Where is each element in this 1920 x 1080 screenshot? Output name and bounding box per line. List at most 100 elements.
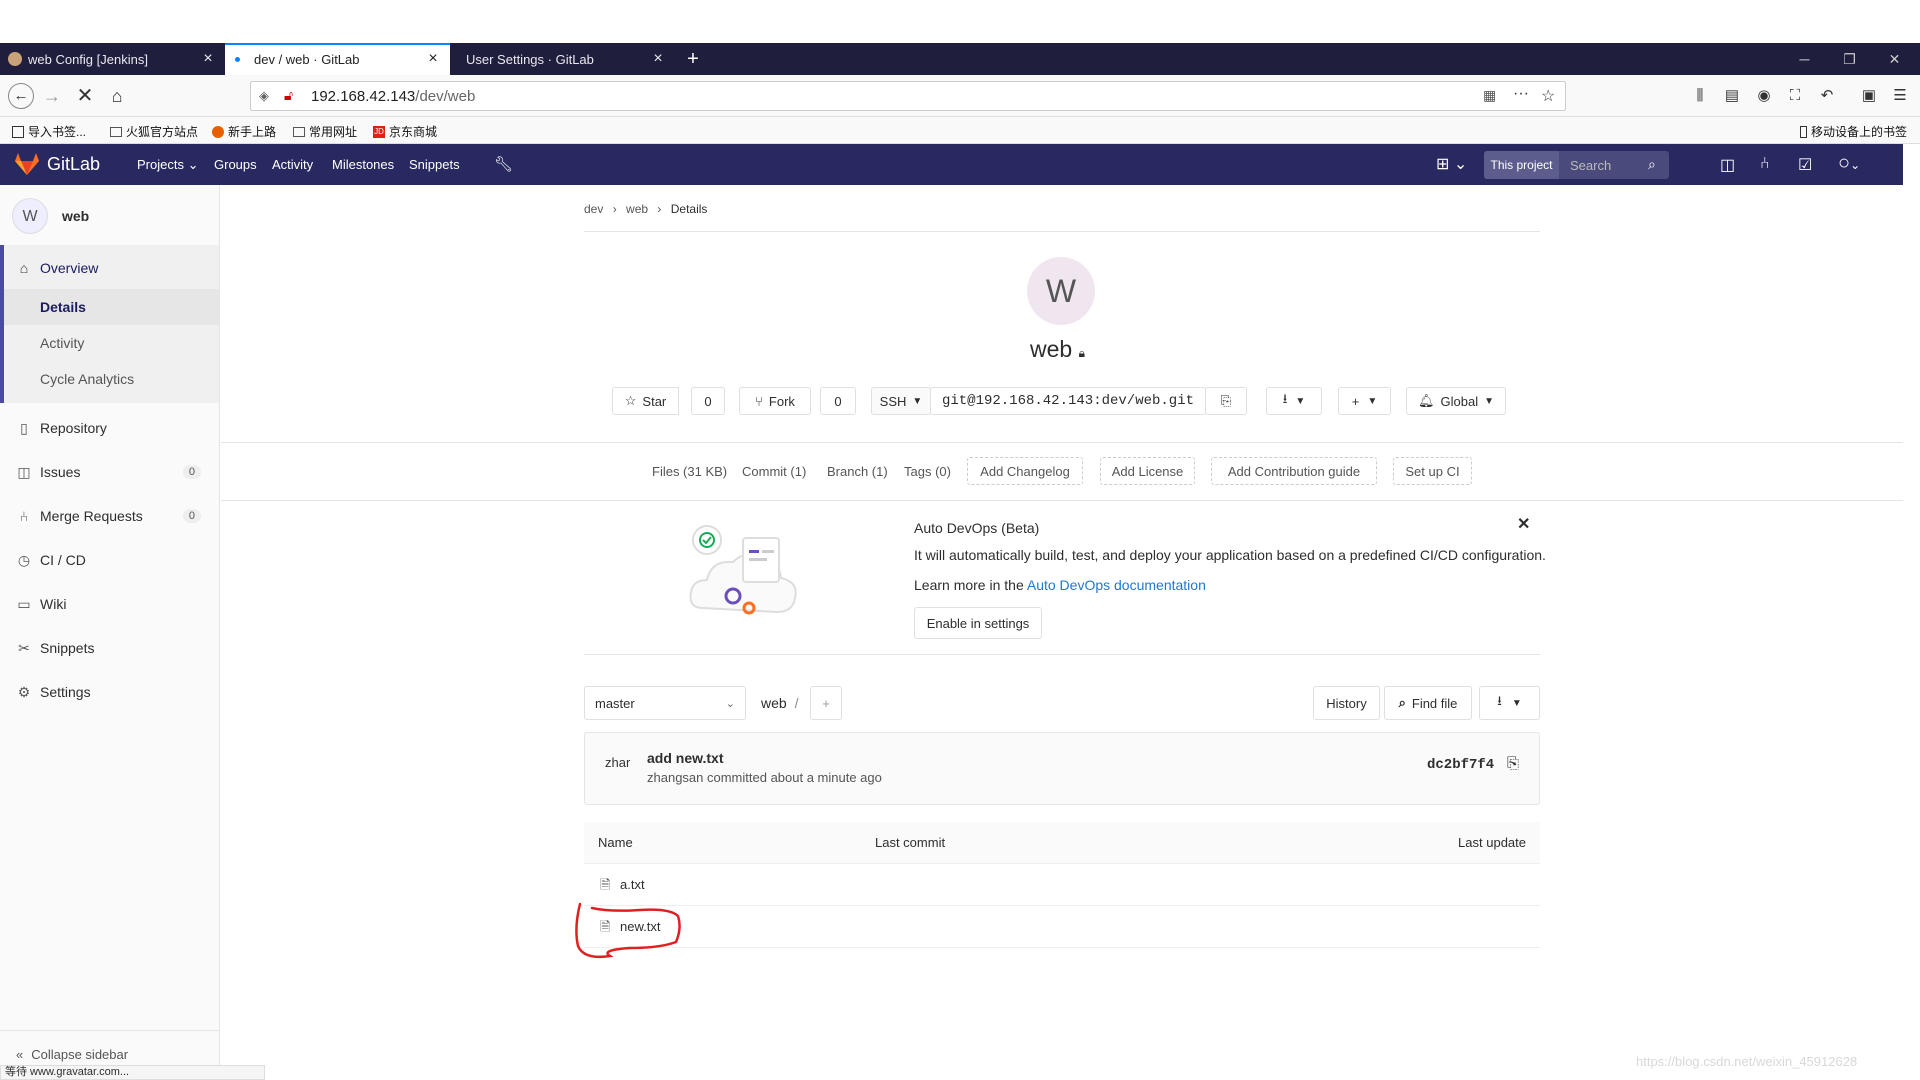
close-tab-icon[interactable]: × [649, 50, 667, 68]
sidebar-sub-cycle-analytics[interactable]: Cycle Analytics [4, 361, 219, 397]
bookmark-star-icon[interactable]: ☆ [1541, 86, 1555, 106]
sidebar-project-header[interactable]: W web [12, 198, 89, 234]
library-icon[interactable]: ⫼ [1688, 84, 1712, 108]
account-icon[interactable]: ◉ [1752, 84, 1776, 108]
search-scope[interactable]: This project [1484, 151, 1559, 179]
undo-icon[interactable]: ↶ [1815, 84, 1839, 108]
wiki-book-icon: ▭ [17, 595, 31, 612]
bookmark-common-sites[interactable]: 常用网址 [293, 123, 357, 140]
table-row[interactable]: 🗎︎ a.txt [584, 864, 1540, 906]
new-tab-icon[interactable]: + [675, 43, 711, 75]
search-box[interactable]: This project Search ⌕ [1484, 151, 1669, 179]
close-tab-icon[interactable]: × [424, 50, 442, 68]
sidebar-sub-activity[interactable]: Activity [4, 325, 219, 361]
commit-author-avatar[interactable]: zhar [605, 755, 630, 770]
sidebar-sub-details[interactable]: Details [4, 289, 219, 325]
sidebar-item-merge-requests[interactable]: ⑃ Merge Requests 0 [0, 498, 219, 534]
commit-stat-link[interactable]: Commit (1) [742, 464, 806, 479]
star-count[interactable]: 0 [691, 387, 725, 415]
menu-icon[interactable]: ☰ [1888, 84, 1912, 108]
sidebar-item-repository[interactable]: ▯ Repository [0, 410, 219, 446]
branch-stat-link[interactable]: Branch (1) [827, 464, 888, 479]
screenshot-icon[interactable]: ⛶ [1783, 84, 1807, 108]
sidebar-item-wiki[interactable]: ▭ Wiki [0, 586, 219, 622]
page-actions-icon[interactable]: ··· [1513, 85, 1529, 103]
nav-groups[interactable]: Groups [214, 157, 257, 172]
setup-ci-button[interactable]: Set up CI [1393, 457, 1472, 485]
new-plus-icon[interactable]: ⊞ ⌄ [1436, 154, 1467, 174]
star-button[interactable]: ☆ Star [612, 387, 679, 415]
nav-milestones[interactable]: Milestones [332, 157, 394, 172]
search-input[interactable]: Search [1570, 158, 1611, 173]
add-changelog-button[interactable]: Add Changelog [967, 457, 1083, 485]
breadcrumb-web[interactable]: web [626, 202, 648, 216]
branch-select[interactable]: master ⌄ [584, 686, 746, 720]
sidebar-toggle-icon[interactable]: ▤ [1720, 84, 1744, 108]
merge-requests-icon[interactable]: ⑃ [1760, 155, 1770, 173]
collapse-sidebar-button[interactable]: « Collapse sidebar [16, 1047, 128, 1062]
add-license-button[interactable]: Add License [1100, 457, 1195, 485]
browser-tab-jenkins[interactable]: web Config [Jenkins] × [0, 43, 225, 75]
clone-protocol-dropdown[interactable]: SSH ▼ [871, 387, 931, 415]
browser-tab-user-settings[interactable]: User Settings · GitLab × [450, 43, 675, 75]
issues-icon: ◫ [17, 463, 31, 480]
forward-icon[interactable]: → [40, 84, 64, 108]
enable-in-settings-button[interactable]: Enable in settings [914, 607, 1042, 639]
devops-description: It will automatically build, test, and d… [914, 547, 1546, 563]
qr-code-icon[interactable]: ▦ [1483, 87, 1496, 104]
file-name-link[interactable]: a.txt [620, 877, 645, 892]
issues-icon[interactable]: ◫ [1720, 155, 1735, 175]
sidebar-item-settings[interactable]: ⚙ Settings [0, 674, 219, 710]
browser-tab-gitlab[interactable]: dev / web · GitLab × [225, 43, 450, 75]
commit-message[interactable]: add new.txt [647, 750, 724, 766]
fork-count[interactable]: 0 [820, 387, 856, 415]
nav-projects[interactable]: Projects ⌄ [137, 157, 199, 173]
download-tree-dropdown[interactable]: ⭳ ▼ [1479, 686, 1540, 720]
bookmark-jd[interactable]: JD 京东商城 [373, 123, 437, 140]
bookmark-firefox-site[interactable]: 火狐官方站点 [110, 123, 198, 140]
add-contribution-guide-button[interactable]: Add Contribution guide [1211, 457, 1377, 485]
sidebar-item-ci-cd[interactable]: ◷ CI / CD [0, 542, 219, 578]
history-button[interactable]: History [1313, 686, 1380, 720]
nav-snippets[interactable]: Snippets [409, 157, 460, 172]
minimize-icon[interactable]: ─ [1782, 43, 1827, 75]
add-new-dropdown[interactable]: + ▼ [1338, 387, 1391, 415]
table-row[interactable]: 🗎︎ new.txt [584, 906, 1540, 948]
copy-clone-url-button[interactable]: ⎘ [1205, 387, 1247, 415]
path-root-link[interactable]: web [761, 695, 787, 711]
todos-icon[interactable]: ☑ [1798, 155, 1812, 175]
address-bar[interactable]: ◈ 🔓︎ 192.168.42.143/dev/web ▦ ··· ☆ [250, 81, 1566, 111]
tags-stat-link[interactable]: Tags (0) [904, 464, 951, 479]
commit-sha[interactable]: dc2bf7f4 [1427, 757, 1494, 773]
copy-sha-icon[interactable]: ⎘ [1507, 755, 1519, 772]
close-tab-icon[interactable]: × [199, 50, 217, 68]
sidebar-item-overview[interactable]: ⌂ Overview [0, 250, 219, 286]
nav-activity[interactable]: Activity [272, 157, 313, 172]
back-icon[interactable]: ← [8, 83, 34, 109]
bookmark-getting-started[interactable]: 新手上路 [212, 123, 276, 140]
add-to-tree-button[interactable]: + [810, 686, 842, 720]
close-icon[interactable]: ✕ [1517, 514, 1530, 534]
bookmark-mobile[interactable]: 移动设备上的书签 [1800, 123, 1907, 140]
extensions-icon[interactable]: ▣ [1857, 84, 1881, 108]
breadcrumb-dev[interactable]: dev [584, 202, 603, 216]
find-file-button[interactable]: ⌕ Find file [1384, 686, 1472, 720]
chevron-down-icon: ⌄ [187, 157, 199, 172]
admin-wrench-icon[interactable]: 🔧︎ [494, 155, 513, 173]
files-stat-link[interactable]: Files (31 KB) [652, 464, 727, 479]
restore-icon[interactable]: ❐ [1827, 43, 1872, 75]
home-icon[interactable]: ⌂ [105, 84, 129, 108]
sidebar-item-issues[interactable]: ◫ Issues 0 [0, 454, 219, 490]
notification-dropdown[interactable]: 🔔︎ Global ▼ [1406, 387, 1506, 415]
bookmark-import[interactable]: 导入书签... [12, 123, 86, 140]
stop-icon[interactable]: ✕ [73, 84, 97, 108]
gitlab-home-link[interactable]: GitLab [15, 153, 100, 175]
window-close-icon[interactable]: ✕ [1872, 43, 1917, 75]
sidebar-item-snippets[interactable]: ✂ Snippets [0, 630, 219, 666]
clone-url-input[interactable]: git@192.168.42.143:dev/web.git [930, 387, 1206, 415]
download-dropdown[interactable]: ⭳ ▼ [1266, 387, 1322, 415]
breadcrumb-separator-icon: › [612, 202, 617, 216]
user-avatar-icon[interactable]: ○⌄ [1838, 152, 1860, 175]
fork-button[interactable]: ⑂ Fork [739, 387, 811, 415]
devops-docs-link[interactable]: Auto DevOps documentation [1027, 577, 1206, 593]
